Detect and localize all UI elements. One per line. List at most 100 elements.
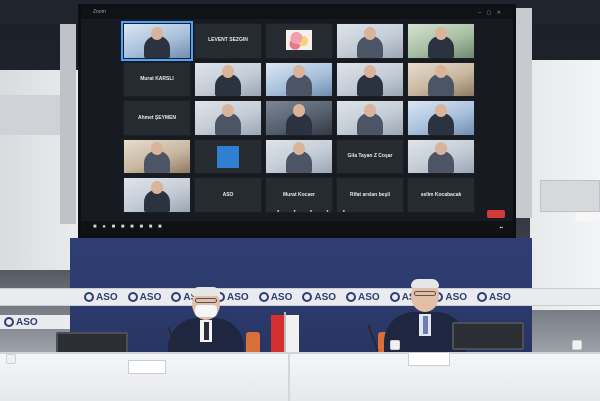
aso-logo-mark-icon xyxy=(302,292,313,302)
aso-logo-mark-icon xyxy=(258,292,269,302)
aso-logo: ASO xyxy=(215,292,249,303)
aso-logo-mark-icon xyxy=(171,292,182,302)
conference-table xyxy=(0,352,600,401)
aso-logo: ASO xyxy=(127,291,162,303)
cup xyxy=(390,340,400,350)
conference-room: Zoom – ▢ ✕ LEVENT SEZGIN Murat KARSLI Ahme… xyxy=(0,0,600,401)
turkish-flag xyxy=(271,315,285,357)
participant-tile xyxy=(194,61,262,98)
taskbar-icons: ■ ● ■ ■ ■ ■ ■ ■ xyxy=(93,224,164,230)
flowers-image xyxy=(285,30,313,51)
participant-head xyxy=(364,26,376,40)
aso-logo-text: ASO xyxy=(445,291,468,303)
participant-tile xyxy=(407,138,475,175)
wall-speaker-box xyxy=(540,180,600,212)
participant-tile xyxy=(336,23,404,59)
record-icon: ● xyxy=(326,208,329,213)
aso-logo-mark-icon xyxy=(389,292,400,302)
speaker-left-mask xyxy=(195,305,217,317)
left-pillar xyxy=(60,24,76,224)
aso-logo-text: ASO xyxy=(139,291,162,303)
participant-head xyxy=(435,103,447,117)
participant-head xyxy=(222,103,234,117)
participant-tile xyxy=(407,23,475,59)
meeting-toolbar: ● ● ● ● ● xyxy=(211,208,411,220)
participant-tile xyxy=(194,100,262,136)
participant-name: selim Kocabacak xyxy=(420,191,462,198)
participant-name: Gila Tayan Z Coşar xyxy=(347,153,393,160)
participant-tile xyxy=(123,138,191,175)
nameplate-right xyxy=(408,352,450,366)
aso-logo: ASO xyxy=(346,292,380,303)
left-wall-panel xyxy=(0,95,62,135)
nameplate-left xyxy=(128,360,166,374)
aso-flag xyxy=(285,315,299,357)
profile-placeholder-icon xyxy=(217,145,239,168)
screen-title-bar: Zoom – ▢ ✕ xyxy=(81,7,513,19)
speaker-right-tie xyxy=(422,316,428,334)
aso-logo: ASO xyxy=(477,292,511,303)
participant-name: Rifat arslan beşli xyxy=(349,191,390,198)
wall-light xyxy=(575,212,600,222)
window-controls-icon: – ▢ ✕ xyxy=(478,10,503,16)
windows-taskbar: ■ ● ■ ■ ■ ■ ■ ■ ▪▪ xyxy=(81,221,513,235)
aso-logo-mark-icon xyxy=(4,317,14,327)
participant-tile: Murat KARSLI xyxy=(123,61,191,98)
aso-logo-strip: ASOASOASOASOASOASOASOASOASOASO xyxy=(0,288,600,306)
video-wall-screen: Zoom – ▢ ✕ LEVENT SEZGIN Murat KARSLI Ahme… xyxy=(78,4,516,238)
aso-logo-text: ASO xyxy=(270,291,293,303)
participant-tile xyxy=(265,23,333,59)
speaker-left-glasses xyxy=(195,298,217,303)
taskbar-clock-icon: ▪▪ xyxy=(499,225,503,231)
participant-head xyxy=(435,26,447,40)
participants-icon: ● xyxy=(276,208,280,213)
participant-tile: selim Kocabacak xyxy=(407,177,475,213)
aso-logo-text: ASO xyxy=(16,316,38,328)
participant-tile xyxy=(336,100,404,136)
aso-logo-mark-icon xyxy=(127,292,138,302)
aso-logo-mark-icon xyxy=(346,292,357,302)
speaker-left-tie xyxy=(203,322,209,340)
speaker-left-hair xyxy=(192,287,220,296)
flag-stand xyxy=(271,312,299,358)
leave-button xyxy=(487,210,505,218)
chair-left xyxy=(246,332,260,354)
aso-logo-text: ASO xyxy=(489,291,511,303)
participant-tile xyxy=(265,100,333,136)
cup-left xyxy=(6,354,16,364)
speaker-right-hair xyxy=(411,279,439,288)
aso-logo-strip-left: ASO xyxy=(0,315,70,329)
participant-name: Ahmet ŞEYMEN xyxy=(137,114,177,121)
share-screen-icon: ● xyxy=(309,208,313,213)
speaker-right-glasses xyxy=(414,291,436,296)
participant-tile xyxy=(194,138,262,175)
aso-logo: ASO xyxy=(302,292,336,303)
table-seam xyxy=(288,352,290,401)
aso-logo-text: ASO xyxy=(358,291,380,303)
aso-logo-text: ASO xyxy=(96,291,118,303)
participant-tile xyxy=(123,177,191,213)
aso-logo: ASO xyxy=(258,291,293,303)
aso-logo-text: ASO xyxy=(227,291,249,303)
participant-tile: Gila Tayan Z Coşar xyxy=(336,138,404,175)
aso-logo-mark-icon xyxy=(477,292,488,302)
aso-logo-mark-icon xyxy=(84,292,94,302)
reactions-icon: ● xyxy=(342,208,346,213)
participant-head xyxy=(151,26,163,40)
participant-head xyxy=(293,103,305,117)
laptop-right xyxy=(452,322,524,350)
participant-name: Murat KARSLI xyxy=(140,76,174,83)
participant-tile xyxy=(121,21,193,61)
participant-name: ASO xyxy=(222,191,234,198)
participant-tile xyxy=(407,61,475,98)
participant-tile xyxy=(265,61,333,98)
participant-name: LEVENT SEZGIN xyxy=(208,37,248,44)
participant-tile: Ahmet ŞEYMEN xyxy=(123,100,191,136)
participant-tile xyxy=(336,61,404,98)
screen-title: Zoom xyxy=(93,9,106,15)
cup-right xyxy=(572,340,582,350)
participant-name: Murat Kocaer xyxy=(283,191,315,198)
participant-tile xyxy=(407,100,475,136)
participant-tile xyxy=(265,138,333,175)
participant-head xyxy=(364,103,376,117)
